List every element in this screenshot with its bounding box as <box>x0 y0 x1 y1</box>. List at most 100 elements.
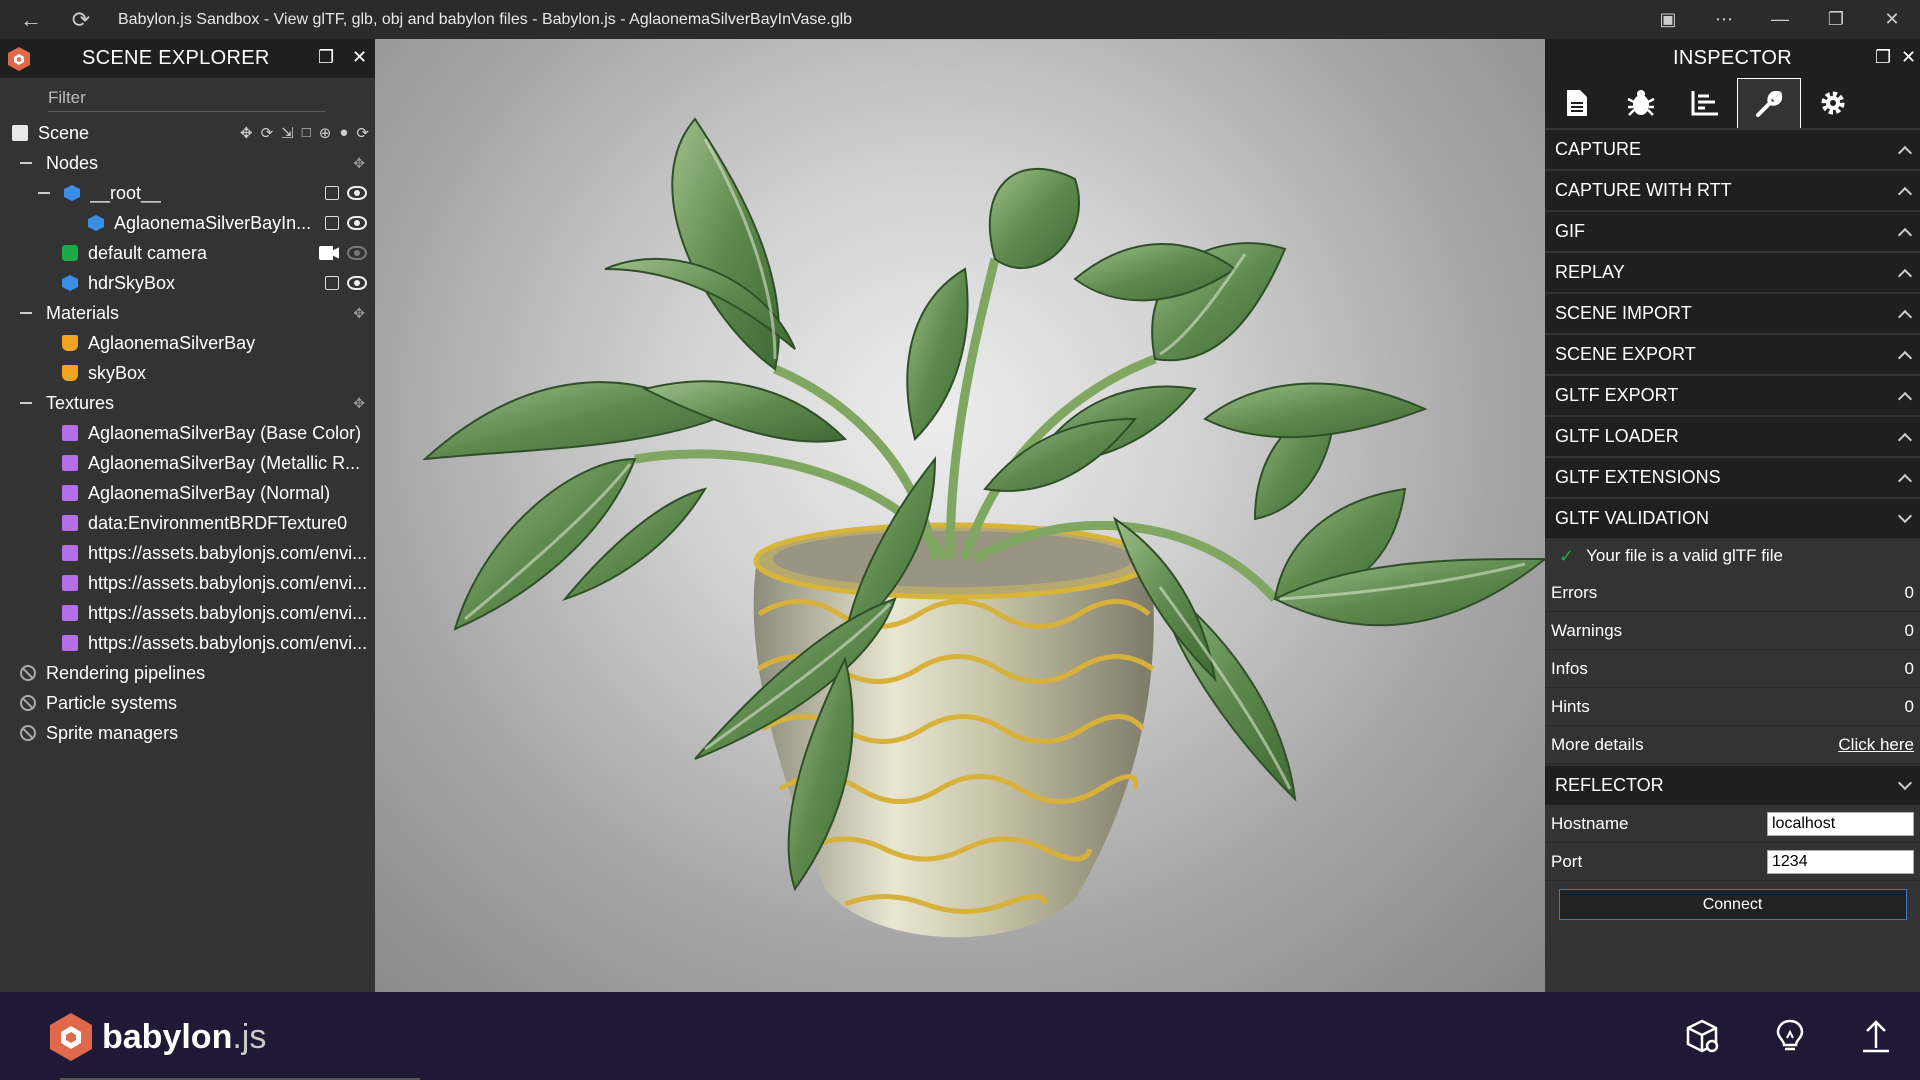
section-capture-rtt[interactable]: CAPTURE WITH RTT <box>1545 171 1920 210</box>
upload-icon[interactable] <box>1858 1018 1894 1054</box>
marker-icon[interactable]: ● <box>339 124 348 142</box>
section-capture[interactable]: CAPTURE <box>1545 130 1920 169</box>
close-icon[interactable]: ✕ <box>352 47 367 68</box>
section-title: GLTF LOADER <box>1555 426 1679 446</box>
section-scene-import[interactable]: SCENE IMPORT <box>1545 294 1920 333</box>
tree-item-texture[interactable]: AglaonemaSilverBay (Normal) <box>0 478 375 508</box>
expand-all-icon[interactable]: ✥ <box>353 305 365 322</box>
section-gltf-validation[interactable]: GLTF VALIDATION <box>1545 499 1920 538</box>
expand-all-icon[interactable]: ✥ <box>353 395 365 412</box>
inspector-cube-icon[interactable] <box>1684 1018 1720 1054</box>
tree-item-skybox[interactable]: hdrSkyBox <box>0 268 375 298</box>
visibility-eye-icon[interactable] <box>347 216 367 230</box>
tab-settings[interactable] <box>1801 78 1865 128</box>
back-arrow-icon[interactable]: ← <box>16 5 46 35</box>
texture-icon <box>62 575 78 591</box>
tab-debug[interactable] <box>1609 78 1673 128</box>
collapse-icon[interactable] <box>20 312 32 314</box>
expand-all-icon[interactable]: ✥ <box>353 155 365 172</box>
popout-icon[interactable]: ❐ <box>1875 47 1891 68</box>
material-icon <box>62 335 78 351</box>
tree-item-texture[interactable]: https://assets.babylonjs.com/envi... <box>0 568 375 598</box>
refresh-icon[interactable]: ⟳ <box>66 5 96 35</box>
checkmark-icon: ✓ <box>1559 545 1575 566</box>
section-gltf-extensions[interactable]: GLTF EXTENSIONS <box>1545 458 1920 497</box>
scene-explorer-panel: SCENE EXPLORER ❐ ✕ Scene ✥ ⟳ ⇲ □ ⊕ ● ⟳ N… <box>0 39 375 992</box>
translate-gizmo-icon[interactable]: ✥ <box>240 124 253 142</box>
statistics-icon <box>1691 91 1718 116</box>
collapse-icon[interactable] <box>20 402 32 404</box>
active-camera-icon[interactable] <box>319 246 339 260</box>
screenshot-icon[interactable]: ▣ <box>1640 9 1696 30</box>
tree-item-texture[interactable]: https://assets.babylonjs.com/envi... <box>0 598 375 628</box>
rotate-gizmo-icon[interactable]: ⟳ <box>261 124 274 142</box>
connect-button[interactable]: Connect <box>1558 889 1907 920</box>
tree-item-material[interactable]: AglaonemaSilverBay <box>0 328 375 358</box>
texture-icon <box>62 605 78 621</box>
section-title: GIF <box>1555 221 1585 241</box>
bounding-box-toggle[interactable] <box>325 186 339 200</box>
collapse-icon[interactable] <box>38 192 50 194</box>
close-window-icon[interactable]: ✕ <box>1864 9 1920 30</box>
section-replay[interactable]: REPLAY <box>1545 253 1920 292</box>
tree-item-texture[interactable]: https://assets.babylonjs.com/envi... <box>0 628 375 658</box>
visibility-eye-icon[interactable] <box>347 186 367 200</box>
texture-icon <box>62 515 78 531</box>
window-title: Babylon.js Sandbox - View glTF, glb, obj… <box>118 10 853 28</box>
tab-properties[interactable] <box>1545 78 1609 128</box>
restore-icon[interactable]: ❐ <box>1808 9 1864 30</box>
tab-tools[interactable] <box>1737 78 1801 128</box>
more-details-row: More details Click here <box>1545 726 1920 764</box>
filter-input[interactable] <box>48 84 326 112</box>
section-title: CAPTURE <box>1555 139 1642 159</box>
textures-group[interactable]: Textures ✥ <box>0 388 375 418</box>
sprite-managers-group[interactable]: Sprite managers <box>0 718 375 748</box>
tree-item-camera[interactable]: default camera <box>0 238 375 268</box>
materials-group[interactable]: Materials ✥ <box>0 298 375 328</box>
scale-gizmo-icon[interactable]: ⇲ <box>281 124 294 142</box>
light-bulb-icon[interactable] <box>1772 1018 1808 1054</box>
more-icon[interactable]: ⋯ <box>1696 9 1752 30</box>
section-gltf-export[interactable]: GLTF EXPORT <box>1545 376 1920 415</box>
port-input[interactable] <box>1767 849 1914 874</box>
hostname-row: Hostname <box>1545 805 1920 843</box>
render-canvas[interactable] <box>375 39 1545 992</box>
row-label: Errors <box>1551 582 1598 602</box>
tree-item-texture[interactable]: data:EnvironmentBRDFTexture0 <box>0 508 375 538</box>
babylon-brand[interactable]: babylon.js <box>48 1012 266 1062</box>
nodes-group[interactable]: Nodes ✥ <box>0 148 375 178</box>
texture-label: data:EnvironmentBRDFTexture0 <box>88 512 348 533</box>
refresh-scene-icon[interactable]: ⟳ <box>356 124 369 142</box>
minimize-icon[interactable]: — <box>1752 9 1808 30</box>
bounding-box-gizmo-icon[interactable]: □ <box>302 124 311 142</box>
more-details-link[interactable]: Click here <box>1838 735 1914 755</box>
hostname-input[interactable] <box>1767 811 1914 836</box>
validation-message: Your file is a valid glTF file <box>1586 546 1783 565</box>
validation-warnings-row: Warnings 0 <box>1545 612 1920 650</box>
tree-item-texture[interactable]: AglaonemaSilverBay (Base Color) <box>0 418 375 448</box>
section-title: GLTF EXTENSIONS <box>1555 467 1721 487</box>
particle-systems-group[interactable]: Particle systems <box>0 688 375 718</box>
section-gltf-loader[interactable]: GLTF LOADER <box>1545 417 1920 456</box>
tab-statistics[interactable] <box>1673 78 1737 128</box>
inspector-header: INSPECTOR ❐ ✕ <box>1545 39 1920 78</box>
collapse-icon[interactable] <box>20 162 32 164</box>
visibility-eye-icon[interactable] <box>347 276 367 290</box>
tree-item-texture[interactable]: https://assets.babylonjs.com/envi... <box>0 538 375 568</box>
bounding-box-toggle[interactable] <box>325 276 339 290</box>
close-icon[interactable]: ✕ <box>1901 47 1916 68</box>
section-reflector[interactable]: REFLECTOR <box>1545 766 1920 805</box>
bounding-box-toggle[interactable] <box>325 216 339 230</box>
scene-row[interactable]: Scene ✥ ⟳ ⇲ □ ⊕ ● ⟳ <box>0 118 375 148</box>
tree-item-material[interactable]: skyBox <box>0 358 375 388</box>
pick-target-icon[interactable]: ⊕ <box>319 124 332 142</box>
tree-item-root[interactable]: __root__ <box>0 178 375 208</box>
popout-icon[interactable]: ❐ <box>318 47 334 68</box>
section-scene-export[interactable]: SCENE EXPORT <box>1545 335 1920 374</box>
visibility-eye-icon[interactable] <box>347 246 367 260</box>
document-icon <box>1567 90 1587 116</box>
tree-item-plant-mesh[interactable]: AglaonemaSilverBayIn... <box>0 208 375 238</box>
rendering-pipelines-group[interactable]: Rendering pipelines <box>0 658 375 688</box>
section-gif[interactable]: GIF <box>1545 212 1920 251</box>
tree-item-texture[interactable]: AglaonemaSilverBay (Metallic R... <box>0 448 375 478</box>
